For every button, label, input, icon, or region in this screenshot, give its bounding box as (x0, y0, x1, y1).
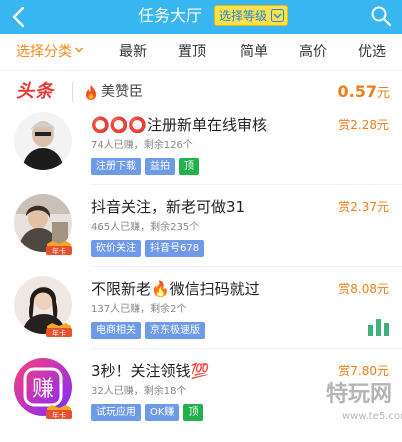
task-reward: 赏2.37元 (338, 198, 389, 216)
headline-amount-value: 0.57 (337, 82, 377, 101)
svg-text:赚: 赚 (32, 377, 54, 402)
tag-platform: OK赚 (145, 404, 180, 421)
tag-category: 试玩应用 (91, 404, 141, 421)
svg-text:年卡: 年卡 (52, 247, 66, 256)
reward-unit: 元 (376, 118, 389, 132)
tab-high-price[interactable]: 高价 (299, 43, 327, 61)
tag-category: 电商相关 (91, 322, 141, 339)
task-title: ⭕⭕⭕注册新单在线审核 (91, 116, 268, 134)
task-tags: 注册下载 益拍 顶 (91, 158, 203, 176)
svg-text:年卡: 年卡 (52, 329, 66, 338)
task-progress-text: 32人已赚，剩余18个 (91, 386, 187, 397)
reward-prefix: 赏 (338, 200, 351, 214)
task-tags: 电商相关 京东极速版 (91, 322, 209, 340)
task-title: 3秒！关注领钱💯 (91, 362, 210, 380)
task-title: 抖音关注，新老可做31 (91, 198, 246, 216)
reward-prefix: 赏 (338, 118, 351, 132)
watermark-logo-text: 特玩网 (326, 382, 393, 407)
task-item[interactable]: 年卡 不限新老🔥微信扫码就过 137人已赚，剩余2个 电商相关 京东极速版 赏8… (0, 272, 402, 360)
tag-category: 砍价关注 (91, 240, 141, 257)
top-app-bar: 任务大厅 选择等级 (0, 0, 402, 34)
task-reward: 赏8.08元 (338, 280, 389, 298)
year-card-badge: 年卡 (46, 241, 72, 256)
reward-unit: 元 (376, 364, 389, 378)
level-select-label: 选择等级 (219, 9, 268, 23)
headline-user-name: 美赞臣 (101, 84, 143, 100)
reward-value: 2.28 (350, 118, 377, 132)
tab-select-category[interactable]: 选择分类 (16, 43, 84, 61)
fire-icon (86, 84, 96, 100)
reward-value: 2.37 (350, 200, 377, 214)
svg-text:年卡: 年卡 (52, 411, 66, 420)
filter-tab-bar: 选择分类 最新 置顶 简单 高价 优选 (0, 34, 402, 71)
reward-value: 8.08 (350, 282, 377, 296)
level-select-dropdown[interactable]: 选择等级 (214, 5, 288, 26)
tag-pinned: 顶 (179, 158, 199, 175)
tag-category: 注册下载 (91, 158, 141, 175)
headline-amount: 0.57元 (338, 80, 391, 104)
tab-simple[interactable]: 简单 (240, 43, 268, 61)
tag-pinned: 顶 (183, 404, 204, 421)
task-progress-text: 74人已赚，剩余126个 (91, 140, 193, 151)
task-reward: 赏2.28元 (338, 116, 389, 134)
tab-preferred[interactable]: 优选 (358, 43, 386, 61)
back-button[interactable] (8, 5, 30, 29)
watermark-url: www.te5.com (342, 411, 402, 422)
task-tags: 试玩应用 OK赚 顶 (91, 404, 207, 422)
reward-unit: 元 (376, 200, 389, 214)
reward-prefix: 赏 (338, 364, 351, 378)
tag-platform: 益拍 (145, 158, 175, 175)
tab-label: 选择分类 (16, 44, 72, 60)
row-divider (91, 184, 402, 185)
task-item[interactable]: ⭕⭕⭕注册新单在线审核 74人已赚，剩余126个 注册下载 益拍 顶 赏2.28… (0, 108, 402, 196)
headline-divider (72, 82, 73, 102)
search-icon (371, 6, 392, 27)
chevron-left-icon (12, 6, 25, 28)
headline-amount-unit: 元 (376, 86, 390, 101)
headline-user[interactable]: 美赞臣 (84, 80, 143, 104)
chevron-down-icon (271, 9, 284, 22)
tab-pinned[interactable]: 置顶 (178, 43, 206, 61)
search-button[interactable] (370, 5, 392, 27)
tag-platform: 抖音号678 (145, 240, 205, 257)
bar-chart-icon[interactable] (367, 316, 391, 336)
year-card-badge: 年卡 (46, 323, 72, 338)
reward-unit: 元 (376, 282, 389, 296)
year-card-badge: 年卡 (46, 405, 72, 420)
avatar (14, 112, 72, 170)
task-item[interactable]: 年卡 抖音关注，新老可做31 465人已赚，剩余235个 砍价关注 抖音号678… (0, 190, 402, 278)
task-tags: 砍价关注 抖音号678 (91, 240, 208, 258)
chevron-down-icon (75, 47, 83, 53)
task-progress-text: 465人已赚，剩余235个 (91, 222, 200, 233)
reward-value: 7.80 (350, 364, 377, 378)
tag-platform: 京东极速版 (145, 322, 205, 339)
page-title: 任务大厅 (138, 6, 203, 25)
reward-prefix: 赏 (338, 282, 351, 296)
task-reward: 赏7.80元 (338, 362, 389, 380)
task-progress-text: 137人已赚，剩余2个 (91, 304, 187, 315)
task-title: 不限新老🔥微信扫码就过 (91, 280, 260, 298)
tab-newest[interactable]: 最新 (119, 43, 147, 61)
headline-badge: 头条 (16, 81, 54, 102)
row-divider (91, 348, 402, 349)
row-divider (91, 266, 402, 267)
